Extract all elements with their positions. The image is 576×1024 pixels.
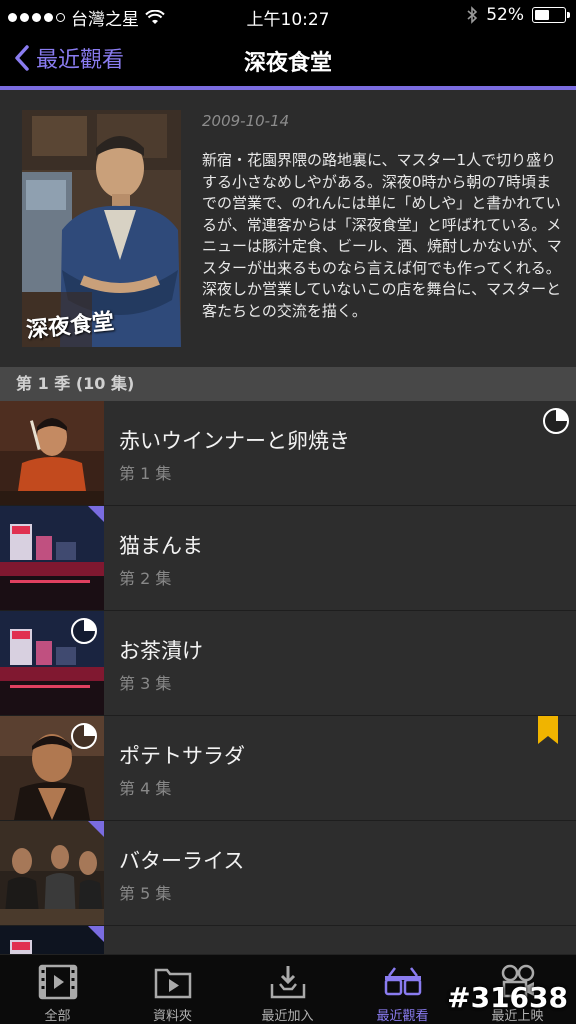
battery-percent: 52% (486, 5, 524, 25)
show-description: 新宿・花園界隈の路地裏に、マスター1人で切り盛りする小さなめしやがある。深夜0時… (202, 151, 562, 320)
film-icon (38, 964, 78, 1000)
tab-label: 最近上映 (491, 1009, 544, 1024)
episode-number: 第 3 集 (119, 674, 172, 693)
bluetooth-icon (467, 6, 478, 24)
episode-title: ポテトサラダ (119, 744, 245, 768)
episode-row-2[interactable]: 猫まんま 第 2 集 (0, 506, 576, 611)
tab-label: 資料夾 (152, 1009, 192, 1024)
progress-pie-icon (71, 723, 97, 749)
tab-recently-added[interactable]: 最近加入 (230, 955, 345, 1024)
progress-pie-icon (71, 618, 97, 644)
episode-number: 第 5 集 (119, 884, 172, 903)
tab-bar: 全部 資料夾 最近加入 最近觀看 最近上映 #31638 (0, 954, 576, 1024)
back-button-label: 最近觀看 (36, 48, 125, 73)
episode-row-6[interactable] (0, 926, 576, 954)
navigation-bar: 最近觀看 深夜食堂 (0, 30, 576, 86)
show-poster[interactable]: 深夜食堂 (22, 110, 181, 347)
tray-download-icon (270, 966, 306, 999)
episode-list: 赤いウインナーと卵焼き 第 1 集 猫まんま 第 2 集 お茶漬け 第 3 集 … (0, 401, 576, 954)
new-episode-badge (88, 506, 104, 522)
episode-title: バターライス (119, 849, 245, 873)
tab-label: 最近加入 (261, 1009, 314, 1024)
episode-thumbnail (0, 401, 104, 505)
folder-play-icon (154, 968, 192, 999)
progress-pie-icon (543, 408, 569, 434)
new-episode-badge (88, 821, 104, 837)
tab-all[interactable]: 全部 (0, 955, 115, 1024)
episode-number: 第 2 集 (119, 569, 172, 588)
episode-row-4[interactable]: ポテトサラダ 第 4 集 (0, 716, 576, 821)
battery-icon (532, 7, 570, 23)
tab-recently-released[interactable]: 最近上映 (460, 955, 575, 1024)
film-reel-icon (501, 964, 535, 998)
chevron-left-icon (15, 45, 29, 71)
glasses-icon (384, 967, 422, 996)
bookmark-icon[interactable] (538, 716, 558, 744)
episode-title: 猫まんま (119, 534, 203, 558)
tab-recently-watched[interactable]: 最近觀看 (345, 955, 460, 1024)
episode-number: 第 4 集 (119, 779, 172, 798)
episode-title: お茶漬け (119, 639, 203, 663)
tab-label: 最近觀看 (376, 1009, 429, 1024)
episode-number: 第 1 集 (119, 464, 172, 483)
show-info: 深夜食堂 2009-10-14 新宿・花園界隈の路地裏に、マスター1人で切り盛り… (0, 90, 576, 367)
status-right: 52% (466, 5, 570, 25)
episode-thumbnail-image (0, 401, 104, 505)
episode-title: 赤いウインナーと卵焼き (119, 429, 350, 453)
back-button[interactable]: 最近觀看 (14, 42, 124, 74)
new-episode-badge (88, 926, 104, 942)
episode-row-5[interactable]: バターライス 第 5 集 (0, 821, 576, 926)
episode-row-3[interactable]: お茶漬け 第 3 集 (0, 611, 576, 716)
air-date: 2009-10-14 (202, 112, 290, 130)
tab-folders[interactable]: 資料夾 (115, 955, 230, 1024)
status-bar: 台灣之星 上午10:27 52% (0, 0, 576, 30)
tab-label: 全部 (44, 1009, 71, 1024)
episode-row-1[interactable]: 赤いウインナーと卵焼き 第 1 集 (0, 401, 576, 506)
season-header: 第 1 季 (10 集) (0, 367, 576, 401)
battery-level (535, 10, 549, 20)
